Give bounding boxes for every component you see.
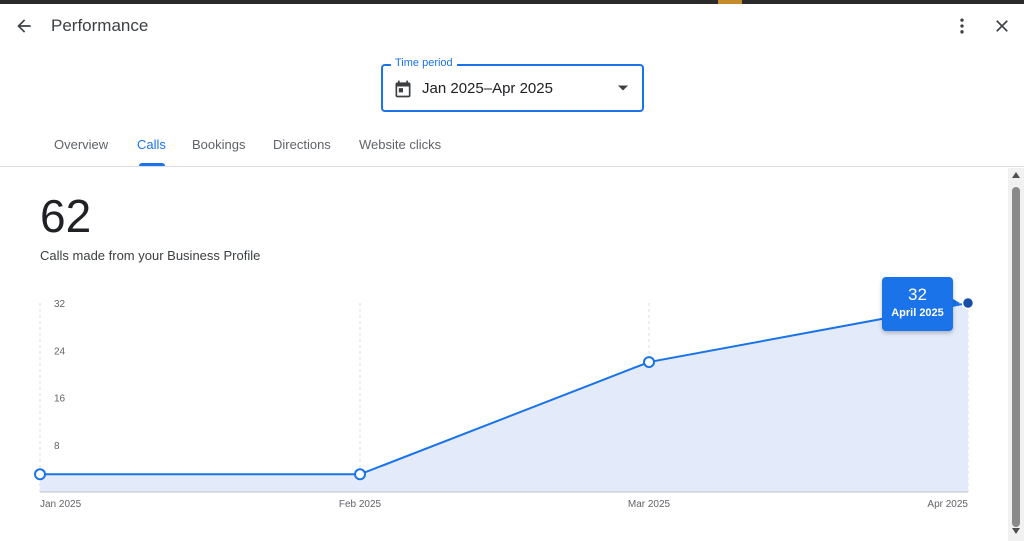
tab-bookings[interactable]: Bookings	[192, 137, 245, 152]
tooltip-value: 32	[908, 285, 927, 304]
time-period-label: Time period	[391, 57, 457, 69]
x-tick-label: Jan 2025	[40, 499, 82, 510]
arrow-back-icon	[17, 19, 31, 33]
x-tick-label: Mar 2025	[628, 499, 671, 510]
data-point-selected	[961, 296, 975, 310]
more-options-button[interactable]	[946, 10, 978, 42]
calls-total: 62	[40, 190, 92, 242]
tooltip-label: April 2025	[891, 307, 944, 319]
data-point	[643, 356, 655, 369]
close-button[interactable]	[986, 10, 1018, 42]
metric-tabs: Overview Calls Bookings Directions Websi…	[0, 126, 1024, 167]
y-tick-label: 32	[54, 299, 66, 310]
area-fill	[40, 303, 968, 492]
calls-description: Calls made from your Business Profile	[40, 248, 261, 263]
tab-calls[interactable]: Calls	[137, 137, 166, 152]
scroll-up-arrow-icon[interactable]	[1012, 172, 1020, 178]
tab-website-clicks[interactable]: Website clicks	[359, 137, 441, 152]
dialog-header: Performance	[0, 4, 1024, 48]
x-tick-label: Feb 2025	[339, 499, 382, 510]
data-point	[34, 468, 46, 481]
active-tab-indicator	[139, 163, 165, 166]
close-icon	[996, 20, 1008, 32]
time-period-select[interactable]: Time period Jan 2025–Apr 2025	[381, 57, 644, 112]
data-point	[354, 468, 366, 481]
x-tick-label: Apr 2025	[927, 499, 968, 510]
page-title: Performance	[51, 16, 149, 35]
calendar-icon	[395, 80, 411, 98]
scroll-down-arrow-icon[interactable]	[1012, 528, 1020, 534]
y-tick-label: 24	[54, 346, 66, 357]
tab-overview[interactable]: Overview	[54, 137, 108, 152]
time-period-value: Jan 2025–Apr 2025	[422, 80, 553, 97]
dropdown-caret-icon	[618, 85, 628, 91]
tab-directions[interactable]: Directions	[273, 137, 331, 152]
more-vert-icon	[960, 18, 964, 34]
back-button[interactable]	[8, 10, 40, 42]
scroll-thumb[interactable]	[1012, 187, 1020, 527]
y-tick-label: 16	[54, 394, 66, 405]
y-tick-label: 8	[54, 441, 60, 452]
chart-tooltip: 32 April 2025	[882, 277, 953, 331]
vertical-scrollbar[interactable]	[1008, 168, 1024, 541]
calls-chart: 8 16 24 32 Jan 2025 Feb 2025 Mar 2025 Apr 2025	[34, 296, 975, 510]
